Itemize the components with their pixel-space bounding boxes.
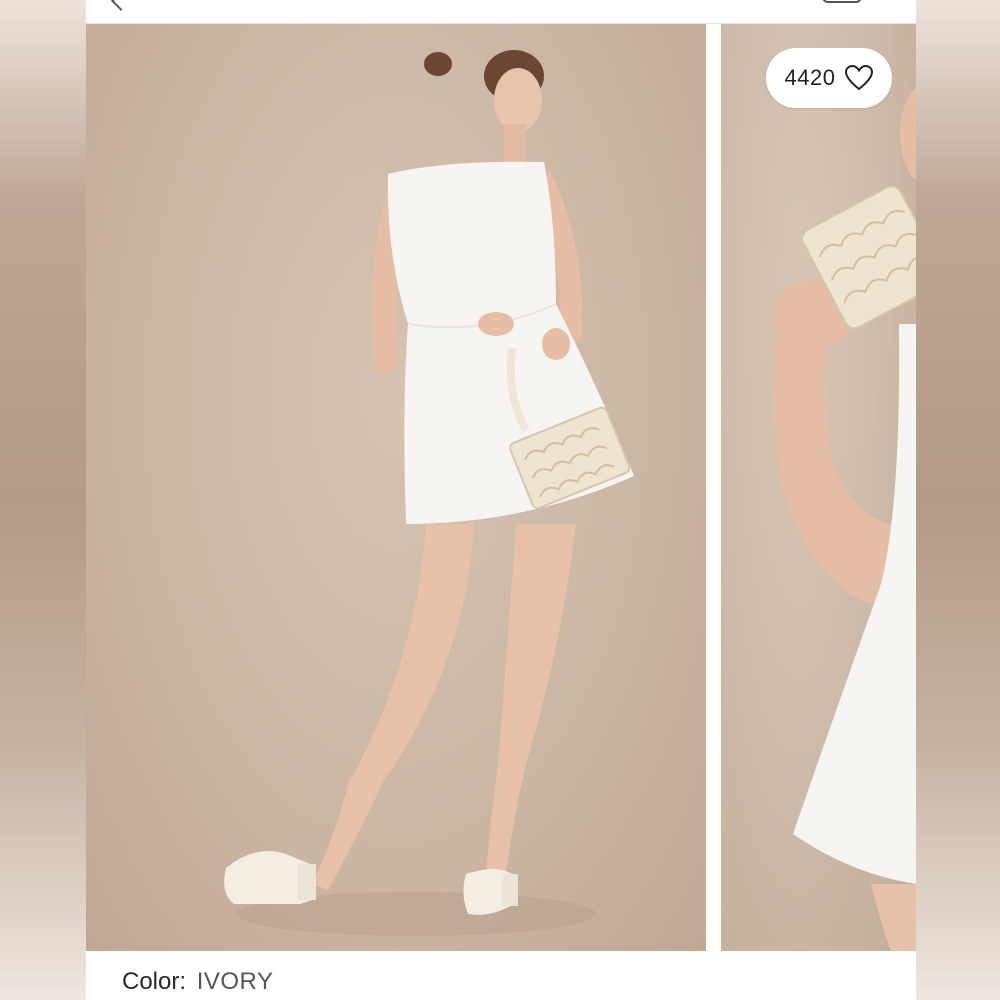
color-value: IVORY	[196, 968, 274, 995]
like-count: 4420	[784, 65, 836, 90]
blurred-backdrop-right	[916, 0, 1000, 1000]
model-full-length-photo[interactable]	[86, 24, 706, 951]
model-illustration	[224, 50, 634, 936]
product-image-carousel[interactable]: 4420	[86, 24, 916, 951]
model-closeup-clutch-photo[interactable]	[721, 24, 916, 951]
shopping-bag-icon[interactable]	[822, 0, 862, 3]
color-label: Color:	[122, 968, 187, 995]
chevron-left-icon[interactable]	[111, 0, 131, 11]
product-screen: 4420 Color: IVORY	[86, 0, 916, 1000]
blurred-backdrop-left	[0, 0, 86, 1000]
header-bar	[86, 0, 916, 24]
like-button[interactable]: 4420	[766, 48, 892, 108]
closeup-illustration	[773, 87, 916, 951]
selected-color: Color: IVORY	[122, 968, 273, 996]
heart-icon	[845, 65, 874, 91]
